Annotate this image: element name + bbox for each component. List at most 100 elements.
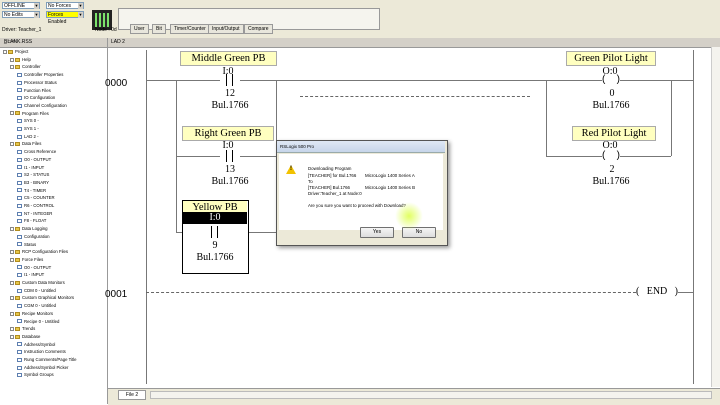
yellow-pb-contact[interactable] — [205, 226, 225, 238]
tree-item[interactable]: T4 - TIMER — [17, 188, 46, 193]
tree-item[interactable]: IO Configuration — [17, 95, 55, 100]
tree-item[interactable]: N7 - INTEGER — [17, 211, 52, 216]
tab-bit[interactable]: Bit — [152, 24, 166, 34]
tree-item[interactable]: Custom Data Monitors — [10, 280, 65, 285]
dialog-line-2b: MicroLogix 1400 Series A — [365, 173, 415, 178]
tree-item[interactable]: RCP Configuration Files — [10, 249, 68, 254]
expand-icon[interactable] — [10, 142, 14, 147]
tree-item[interactable]: Processor Status — [17, 80, 57, 85]
end-instruction[interactable]: (END) — [636, 286, 678, 298]
rung-number-0[interactable]: 0000 — [105, 78, 127, 89]
tree-item[interactable]: Configuration — [17, 234, 50, 239]
tree-item[interactable]: Database — [10, 334, 40, 339]
edits-select[interactable]: No Edits ▼ — [2, 11, 40, 18]
tree-item[interactable]: Symbol Groups — [17, 372, 54, 377]
tree-item[interactable]: Help — [10, 57, 31, 62]
red-pilot-light-coil[interactable]: () — [602, 150, 620, 162]
red-pilot-light-label[interactable]: Red Pilot Light — [572, 126, 656, 141]
tree-item[interactable]: Cross Reference — [17, 149, 56, 154]
tree-item[interactable]: O0 - OUTPUT — [17, 265, 51, 270]
right-green-pb-label[interactable]: Right Green PB — [182, 126, 274, 141]
tree-item-label: Controller — [22, 64, 41, 70]
tree-item[interactable]: S2 - STATUS — [17, 172, 49, 177]
forces-select[interactable]: No Forces ▼ — [46, 2, 84, 9]
tree-item-label: O0 - OUTPUT — [24, 156, 52, 162]
expand-icon[interactable] — [3, 49, 7, 54]
horizontal-scrollbar[interactable] — [150, 391, 712, 399]
tree-item[interactable]: Trends — [10, 326, 35, 331]
tree-item[interactable]: CGM 0 - Untitled — [17, 303, 56, 308]
expand-icon[interactable] — [10, 257, 14, 262]
green-pilot-light-part: Bul.1766 — [592, 100, 630, 111]
tree-item[interactable]: Custom Graphical Monitors — [10, 295, 74, 300]
expand-icon[interactable] — [10, 65, 14, 70]
middle-green-pb-contact[interactable] — [220, 74, 240, 86]
tree-item[interactable]: Channel Configuration — [17, 103, 67, 108]
vertical-scrollbar[interactable] — [711, 47, 720, 387]
expand-icon[interactable] — [10, 57, 14, 62]
tab-file-2[interactable]: File 2 — [118, 390, 146, 400]
right-green-pb-contact[interactable] — [220, 150, 240, 162]
tree-item[interactable]: C5 - COUNTER — [17, 195, 55, 200]
expand-icon[interactable] — [10, 280, 14, 285]
green-pilot-light-label[interactable]: Green Pilot Light — [566, 51, 656, 66]
chevron-down-icon: ▼ — [34, 3, 39, 9]
tree-item[interactable]: Project — [3, 49, 28, 54]
file-icon — [17, 357, 22, 362]
tree-item[interactable]: Function Files — [17, 88, 51, 93]
expand-icon[interactable] — [10, 334, 14, 339]
yellow-pb-addr: I:0 — [183, 212, 247, 224]
expand-icon[interactable] — [10, 311, 14, 316]
dialog-titlebar[interactable]: RSLogix 500 Pro — [277, 141, 445, 153]
folder-icon — [15, 250, 20, 255]
rung-dashed-line — [300, 96, 530, 97]
tree-item[interactable]: Rung Comments/Page Title — [17, 357, 77, 362]
rung-number-1[interactable]: 0001 — [105, 289, 127, 300]
tree-item-label: IO Configuration — [24, 95, 56, 101]
window-controls[interactable]: _ □ × — [4, 39, 105, 45]
tree-item[interactable]: Status — [17, 242, 36, 247]
expand-icon[interactable] — [10, 296, 14, 301]
expand-icon[interactable] — [10, 250, 14, 255]
forces-enabled-select[interactable]: Forces Enabled ▼ — [46, 11, 84, 25]
tree-item[interactable]: Data Files — [10, 141, 41, 146]
tree-item[interactable]: Force Files — [10, 257, 43, 262]
tree-item-label: Data Logging — [22, 226, 48, 232]
green-pilot-light-coil[interactable]: () — [602, 74, 620, 86]
tree-item[interactable]: SYS 0 - — [17, 118, 39, 123]
tree-item[interactable]: I1 - INPUT — [17, 272, 44, 277]
middle-green-pb-label[interactable]: Middle Green PB — [180, 51, 277, 66]
tree-item[interactable]: O0 - OUTPUT — [17, 157, 51, 162]
tree-item[interactable]: Program Files — [10, 111, 49, 116]
yes-button[interactable]: Yes — [360, 227, 394, 238]
tree-item[interactable]: F8 - FLOAT — [17, 218, 46, 223]
expand-icon[interactable] — [10, 327, 14, 332]
file-icon — [17, 373, 22, 378]
tree-item[interactable]: Address/Symbol Picker — [17, 365, 68, 370]
tree-item-label: Recipe Monitors — [22, 310, 54, 316]
tree-item[interactable]: CDM 0 - Untitled — [17, 288, 56, 293]
tree-item[interactable]: Recipe Monitors — [10, 311, 53, 316]
tree-item[interactable]: Address/Symbol — [17, 342, 55, 347]
rung-1-line — [678, 292, 693, 293]
tree-item[interactable]: Data Logging — [10, 226, 48, 231]
tree-item[interactable]: Instruction Comments — [17, 349, 66, 354]
tree-item[interactable]: Controller — [10, 64, 41, 69]
tab-timer-counter[interactable]: Timer/Counter — [170, 24, 210, 34]
tab-user[interactable]: User — [130, 24, 149, 34]
tab-input-output[interactable]: Input/Output — [208, 24, 244, 34]
tree-item[interactable]: B3 - BINARY — [17, 180, 49, 185]
tree-item[interactable]: R6 - CONTROL — [17, 203, 54, 208]
file-icon — [17, 265, 22, 270]
tree-item[interactable]: LAD 2 - — [17, 134, 39, 139]
tab-compare[interactable]: Compare — [244, 24, 273, 34]
tree-item[interactable]: I1 - INPUT — [17, 165, 44, 170]
chevron-down-icon: ▼ — [78, 3, 83, 9]
tree-item[interactable]: Controller Properties — [17, 72, 63, 77]
tree-item[interactable]: SYS 1 - — [17, 126, 39, 131]
expand-icon[interactable] — [10, 111, 14, 116]
expand-icon[interactable] — [10, 226, 14, 231]
edits-value: No Edits — [4, 12, 23, 18]
mode-select[interactable]: OFFLINE ▼ — [2, 2, 40, 9]
tree-item[interactable]: Recipe 0 - Untitled — [17, 319, 59, 324]
